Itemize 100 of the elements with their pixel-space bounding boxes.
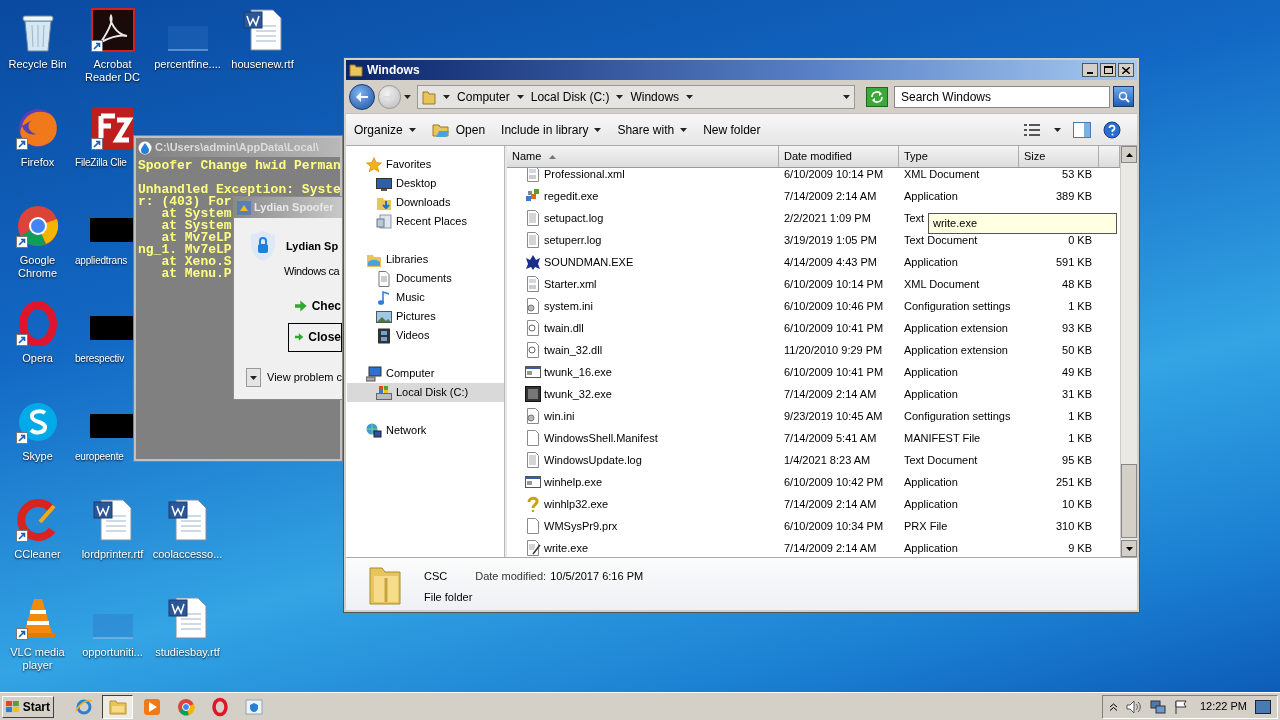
show-desktop-button[interactable] <box>1255 699 1271 714</box>
taskbar-app-button[interactable] <box>102 694 133 719</box>
icon-label[interactable]: berespectiv <box>75 352 124 365</box>
icon-label[interactable]: appliedtrans <box>75 254 128 267</box>
scroll-thumb[interactable] <box>1121 464 1137 538</box>
list-view-icon <box>1024 122 1040 137</box>
breadcrumb[interactable]: Windows <box>630 87 680 106</box>
dialog-option-button[interactable]: Close <box>288 322 342 352</box>
table-cell: 11/20/2010 9:29 PM <box>784 343 883 356</box>
dialog-option-button[interactable]: Chec <box>288 291 342 321</box>
file-name[interactable]: setupact.log <box>544 209 604 227</box>
icon-label[interactable]: Opera <box>0 352 75 365</box>
icon-label[interactable]: Skype <box>0 450 75 463</box>
file-name[interactable]: setuperr.log <box>544 231 602 249</box>
column-header[interactable]: Name <box>507 146 779 167</box>
file-name[interactable]: twain.dll <box>544 319 584 337</box>
icon-label[interactable]: Google Chrome <box>0 254 75 280</box>
file-name[interactable]: winhlp32.exe <box>544 495 609 513</box>
column-header[interactable]: Size <box>1019 146 1099 167</box>
icon-label[interactable]: housenew.rtf <box>225 58 300 71</box>
expand-button[interactable] <box>246 368 261 387</box>
file-name[interactable]: WindowsUpdate.log <box>544 451 642 469</box>
icon-label[interactable]: percentfine.... <box>150 58 225 71</box>
item-type: File folder <box>424 589 474 605</box>
console-line: at System <box>160 220 232 232</box>
file-name[interactable]: regedit.exe <box>544 187 599 205</box>
icon-label[interactable]: Firefox <box>0 156 75 169</box>
close-button[interactable] <box>1118 63 1134 77</box>
maximize-button[interactable] <box>1100 63 1116 77</box>
refresh-button[interactable] <box>866 86 888 107</box>
breadcrumb[interactable]: Computer <box>457 87 510 106</box>
details-toggle-label[interactable]: View problem c <box>267 369 342 386</box>
file-name[interactable]: twunk_32.exe <box>544 385 612 403</box>
file-name[interactable]: twain_32.dll <box>544 341 603 359</box>
breadcrumb[interactable]: Local Disk (C:) <box>530 87 610 106</box>
toolbar-button[interactable]: Organize <box>354 117 416 142</box>
file-name[interactable]: Professional.xml <box>544 168 625 183</box>
table-cell: PRX File <box>904 519 948 532</box>
nav-item[interactable]: Pictures <box>347 307 504 326</box>
table-cell-text: 251 KB <box>1055 474 1092 490</box>
shortcut-arrow-icon <box>15 334 28 346</box>
scroll-down-button[interactable] <box>1121 540 1137 557</box>
file-name[interactable]: system.ini <box>544 297 593 315</box>
table-cell: 7/14/2009 2:14 AM <box>784 541 877 554</box>
gear-file-icon <box>525 320 541 336</box>
tooltip: write.exe <box>928 213 1117 234</box>
nav-item[interactable]: Downloads <box>347 193 504 212</box>
nav-item[interactable]: Videos <box>347 326 504 345</box>
column-header[interactable]: Date modified <box>779 146 899 167</box>
speaker-app-icon <box>525 254 541 270</box>
console-line: at Xeno.S <box>161 256 232 268</box>
address-bar[interactable]: Computer Local Disk (C:) Windows <box>417 84 856 109</box>
window-icon <box>525 474 541 490</box>
search-button[interactable] <box>1113 86 1134 107</box>
file-name[interactable]: twunk_16.exe <box>544 363 612 381</box>
toolbar-button[interactable]: Share with <box>617 117 688 142</box>
file-name[interactable]: win.ini <box>544 407 575 425</box>
minimize-button[interactable] <box>1082 63 1098 77</box>
file-name[interactable]: write.exe <box>544 539 589 557</box>
toolbar-button[interactable]: Include in library <box>501 117 602 142</box>
scroll-up-button[interactable] <box>1121 146 1137 163</box>
icon-label[interactable]: FileZilla Clie <box>75 156 127 169</box>
caret-icon <box>250 375 257 380</box>
file-name[interactable]: SOUNDMAN.EXE <box>544 253 634 271</box>
toolbar-button[interactable]: Open <box>431 117 486 142</box>
preview-pane-button[interactable] <box>1073 121 1091 138</box>
shortcut-arrow-icon <box>15 530 28 542</box>
start-button[interactable]: Start <box>2 695 54 718</box>
table-cell: Text <box>904 211 925 224</box>
shortcut-arrow-icon <box>90 40 103 52</box>
preview-pane-icon <box>1073 121 1091 138</box>
view-options-button[interactable] <box>1024 122 1061 137</box>
table-cell: 6/10/2009 10:14 PM <box>784 277 884 290</box>
icon-label[interactable]: Recycle Bin <box>0 58 75 71</box>
nav-item[interactable]: Favorites <box>347 155 504 174</box>
up-arrow-icon <box>1125 152 1133 157</box>
icon-label[interactable]: Acrobat Reader DC <box>75 58 150 84</box>
file-name[interactable]: winhelp.exe <box>544 473 603 491</box>
search-field[interactable]: Search Windows <box>894 85 1111 108</box>
help-button[interactable] <box>1103 120 1121 139</box>
settings-file-icon <box>525 408 541 424</box>
nav-item[interactable]: Documents <box>347 269 504 288</box>
nav-item[interactable]: Recent Places <box>347 212 504 231</box>
column-header[interactable]: Type <box>899 146 1019 167</box>
nav-item[interactable]: Computer <box>347 364 504 383</box>
nav-item[interactable]: Libraries <box>347 250 504 269</box>
back-button[interactable] <box>349 83 375 110</box>
nav-item[interactable]: Network <box>347 421 504 440</box>
caret-icon <box>843 94 851 99</box>
caret-icon <box>594 127 602 132</box>
file-name[interactable]: WMSysPr9.prx <box>544 517 618 535</box>
file-name[interactable]: Starter.xml <box>544 275 597 293</box>
recycle-bin-icon <box>20 12 55 52</box>
icon-label[interactable]: europeente <box>75 450 124 463</box>
table-cell: 9/23/2019 10:45 AM <box>784 409 883 422</box>
file-name[interactable]: WindowsShell.Manifest <box>544 429 658 447</box>
nav-item[interactable]: Music <box>347 288 504 307</box>
nav-item[interactable]: Local Disk (C:) <box>347 383 504 402</box>
nav-item[interactable]: Desktop <box>347 174 504 193</box>
toolbar-button[interactable]: New folder <box>703 117 761 142</box>
